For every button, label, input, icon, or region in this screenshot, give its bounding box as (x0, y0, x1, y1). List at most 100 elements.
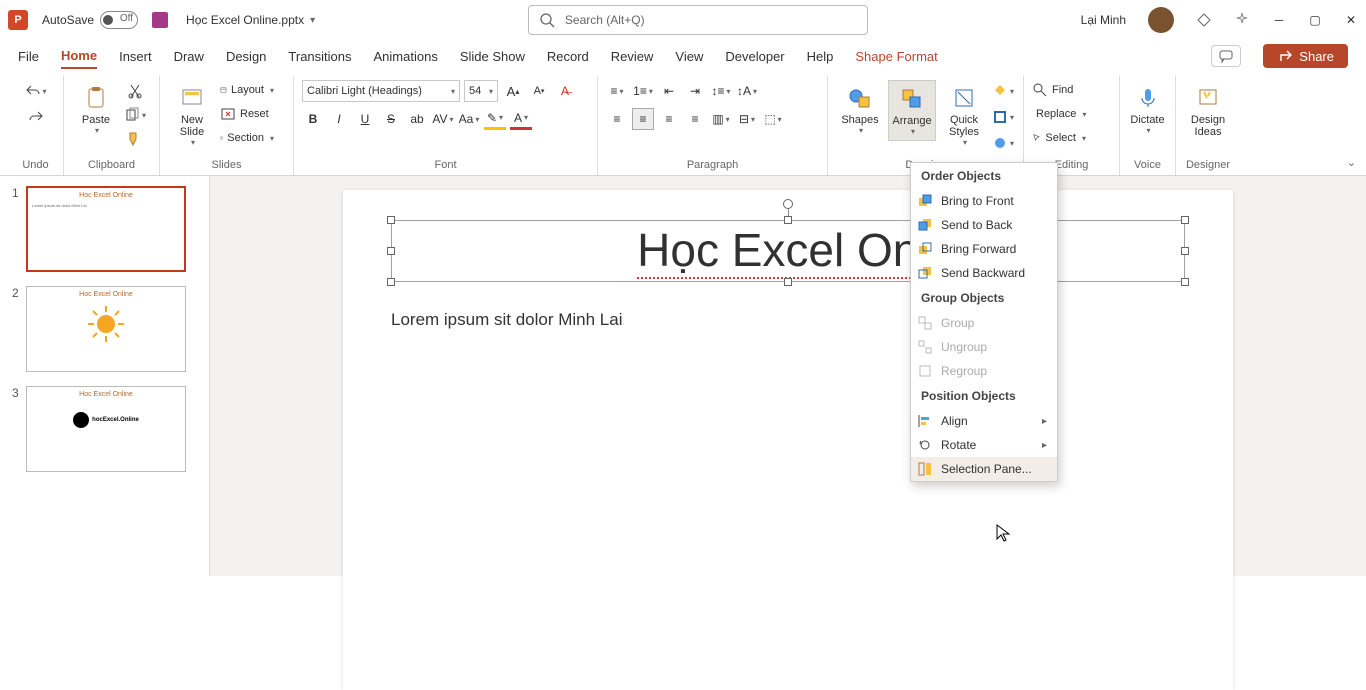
search-input[interactable]: Search (Alt+Q) (528, 5, 868, 35)
sparkle-icon[interactable] (1234, 12, 1250, 28)
bullets-button[interactable]: ≡▾ (606, 80, 628, 102)
italic-button[interactable]: I (328, 108, 350, 130)
tab-view[interactable]: View (675, 45, 703, 68)
rotate-item[interactable]: Rotate▸ (911, 433, 1057, 457)
justify-button[interactable]: ≡ (684, 108, 706, 130)
avatar[interactable] (1148, 7, 1174, 33)
tab-review[interactable]: Review (611, 45, 654, 68)
shapes-button[interactable]: Shapes▾ (836, 80, 884, 139)
slide-thumbnail-3[interactable]: Hoc Excel Online hocExcel.Online (26, 386, 186, 472)
chevron-down-icon[interactable]: ▾ (310, 15, 315, 26)
copy-button[interactable]: ▾ (124, 104, 146, 126)
comments-button[interactable] (1211, 45, 1241, 67)
increase-indent-button[interactable]: ⇥ (684, 80, 706, 102)
tab-slideshow[interactable]: Slide Show (460, 45, 525, 68)
title-text-box[interactable]: Học Excel Onli (391, 220, 1185, 282)
design-ideas-button[interactable]: Design Ideas (1184, 80, 1232, 142)
tab-developer[interactable]: Developer (725, 45, 784, 68)
shadow-button[interactable]: ab (406, 108, 428, 130)
font-name-combo[interactable]: Calibri Light (Headings)▾ (302, 80, 460, 102)
reset-button[interactable]: Reset (220, 104, 274, 124)
font-color-button[interactable]: A▾ (510, 108, 532, 130)
format-painter-button[interactable] (124, 128, 146, 150)
numbering-button[interactable]: 1≡▾ (632, 80, 654, 102)
smartart-button[interactable]: ⬚▾ (762, 108, 784, 130)
tab-design[interactable]: Design (226, 45, 266, 68)
resize-handle[interactable] (1181, 216, 1189, 224)
font-size-combo[interactable]: 54▾ (464, 80, 498, 102)
change-case-button[interactable]: Aa▾ (458, 108, 480, 130)
diamond-icon[interactable] (1196, 12, 1212, 28)
minimize-button[interactable]: ─ (1272, 13, 1286, 27)
resize-handle[interactable] (1181, 247, 1189, 255)
resize-handle[interactable] (784, 216, 792, 224)
align-center-button[interactable]: ≡ (632, 108, 654, 130)
decrease-indent-button[interactable]: ⇤ (658, 80, 680, 102)
columns-button[interactable]: ▥▾ (710, 108, 732, 130)
paste-button[interactable]: Paste▾ (72, 80, 120, 139)
shape-effects-button[interactable]: ▾ (992, 132, 1014, 154)
align-left-button[interactable]: ≡ (606, 108, 628, 130)
highlight-button[interactable]: ✎▾ (484, 108, 506, 130)
align-text-button[interactable]: ⊟▾ (736, 108, 758, 130)
send-backward-item[interactable]: Send Backward (911, 261, 1057, 285)
ribbon-collapse-button[interactable]: ⌄ (1347, 156, 1356, 169)
send-to-back-item[interactable]: Send to Back (911, 213, 1057, 237)
select-button[interactable]: Select▾ (1032, 128, 1086, 148)
close-button[interactable]: ✕ (1344, 13, 1358, 27)
clear-formatting-button[interactable]: A̶ (554, 80, 576, 102)
bold-button[interactable]: B (302, 108, 324, 130)
slide-body-text[interactable]: Lorem ipsum sit dolor Minh Lai (391, 310, 1185, 330)
resize-handle[interactable] (784, 278, 792, 286)
tab-record[interactable]: Record (547, 45, 589, 68)
resize-handle[interactable] (1181, 278, 1189, 286)
document-title[interactable]: Học Excel Online.pptx (186, 13, 304, 27)
username[interactable]: Lại Minh (1081, 13, 1126, 27)
tab-home[interactable]: Home (61, 44, 97, 69)
shape-fill-button[interactable]: ▾ (992, 80, 1014, 102)
maximize-button[interactable]: ▢ (1308, 13, 1322, 27)
share-button[interactable]: Share (1263, 44, 1348, 68)
slide[interactable]: Học Excel Onli Lorem ipsum sit dolor Min… (343, 190, 1233, 690)
tab-transitions[interactable]: Transitions (288, 45, 351, 68)
line-spacing-button[interactable]: ↕≡▾ (710, 80, 732, 102)
tab-file[interactable]: File (18, 45, 39, 68)
increase-font-button[interactable]: A▴ (502, 80, 524, 102)
underline-button[interactable]: U (354, 108, 376, 130)
rotate-handle[interactable] (783, 199, 793, 209)
redo-button[interactable] (25, 106, 47, 128)
dictate-button[interactable]: Dictate▾ (1128, 80, 1167, 139)
slide-title-text[interactable]: Học Excel Onli (637, 223, 939, 279)
slide-thumbnail-2[interactable]: Hoc Excel Online (26, 286, 186, 372)
character-spacing-button[interactable]: AV▾ (432, 108, 454, 130)
autosave-toggle[interactable]: Off (100, 11, 138, 29)
align-item[interactable]: Align▸ (911, 409, 1057, 433)
shape-outline-button[interactable]: ▾ (992, 106, 1014, 128)
arrange-button[interactable]: Arrange▾ (888, 80, 936, 141)
cut-button[interactable] (124, 80, 146, 102)
replace-button[interactable]: Replace▾ (1032, 104, 1086, 124)
decrease-font-button[interactable]: A▾ (528, 80, 550, 102)
slide-canvas[interactable]: Học Excel Onli Lorem ipsum sit dolor Min… (210, 176, 1366, 576)
resize-handle[interactable] (387, 247, 395, 255)
strikethrough-button[interactable]: S (380, 108, 402, 130)
layout-button[interactable]: Layout▾ (220, 80, 274, 100)
bring-to-front-item[interactable]: Bring to Front (911, 189, 1057, 213)
save-icon[interactable] (152, 12, 168, 28)
tab-insert[interactable]: Insert (119, 45, 152, 68)
slide-thumbnail-1[interactable]: Hoc Excel Online Lorem ipsum sit dolor M… (26, 186, 186, 272)
new-slide-button[interactable]: New Slide▾ (168, 80, 216, 151)
resize-handle[interactable] (387, 278, 395, 286)
undo-button[interactable]: ▾ (25, 80, 47, 102)
text-direction-button[interactable]: ↕A▾ (736, 80, 758, 102)
align-right-button[interactable]: ≡ (658, 108, 680, 130)
section-button[interactable]: Section▾ (220, 128, 274, 148)
selection-pane-item[interactable]: Selection Pane... (911, 457, 1057, 481)
tab-draw[interactable]: Draw (174, 45, 204, 68)
resize-handle[interactable] (387, 216, 395, 224)
quick-styles-button[interactable]: Quick Styles▾ (940, 80, 988, 151)
tab-animations[interactable]: Animations (374, 45, 438, 68)
find-button[interactable]: Find (1032, 80, 1086, 100)
bring-forward-item[interactable]: Bring Forward (911, 237, 1057, 261)
tab-help[interactable]: Help (807, 45, 834, 68)
